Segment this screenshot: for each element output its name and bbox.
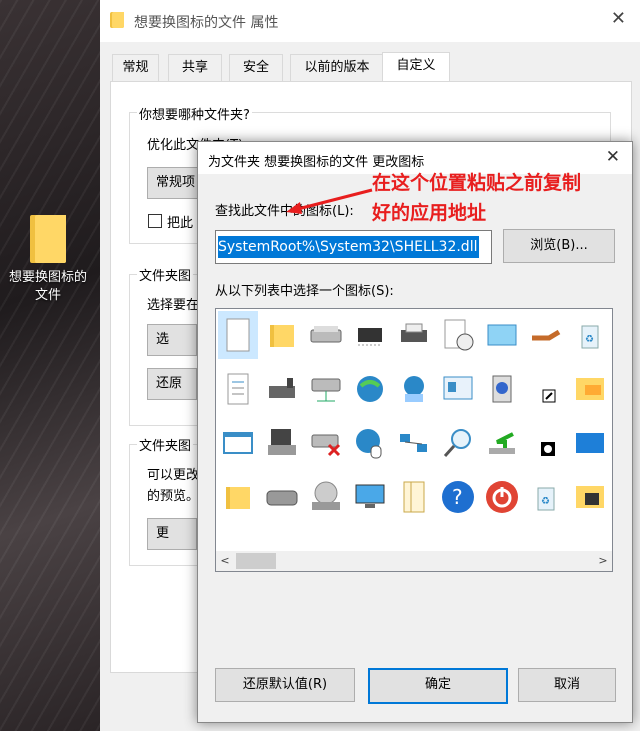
restore-default-values-button[interactable]: 还原默认值(R)	[215, 668, 355, 702]
svg-text:?: ?	[452, 485, 463, 509]
drive-icon[interactable]	[306, 311, 346, 359]
list-label: 从以下列表中选择一个图标(S):	[215, 284, 394, 299]
close-icon[interactable]: ✕	[606, 147, 620, 167]
change-text-2: 的预览。	[147, 489, 200, 504]
path-value: SystemRoot%\System32\SHELL32.dll	[218, 236, 480, 258]
group-title: 文件夹图	[137, 435, 194, 454]
annotation-line-2: 好的应用地址	[372, 202, 487, 224]
change-icon-button[interactable]: 更	[147, 518, 197, 550]
annotation-arrow	[286, 188, 373, 214]
window-icon[interactable]	[482, 311, 522, 359]
globe-cursor-icon[interactable]	[350, 419, 390, 467]
network-printer-icon[interactable]	[262, 365, 302, 413]
tab-security[interactable]: 安全	[229, 54, 283, 81]
globe-icon[interactable]	[350, 365, 390, 413]
download-icon[interactable]	[482, 419, 522, 467]
network-drive-icon[interactable]	[306, 365, 346, 413]
desktop-folder-shortcut[interactable]: 想要换图标的 文件	[0, 215, 96, 305]
folder-icon-2[interactable]	[218, 473, 258, 521]
recycle-bin-icon[interactable]: ♻	[526, 473, 566, 521]
group-title: 文件夹图	[137, 265, 194, 284]
clock-document-icon[interactable]	[438, 311, 478, 359]
desktop-wallpaper	[0, 0, 100, 731]
power-icon[interactable]	[482, 473, 522, 521]
scroll-right-icon[interactable]: >	[594, 551, 612, 571]
apply-check-label: 把此	[167, 216, 194, 231]
annotation-line-1: 在这个位置粘贴之前复制	[372, 172, 582, 194]
shortcut-arrow-icon[interactable]	[526, 365, 566, 413]
horizontal-scrollbar[interactable]: < >	[216, 551, 612, 571]
cd-icon[interactable]	[482, 365, 522, 413]
network-folder-icon[interactable]	[570, 365, 610, 413]
recycle-bin-full-icon[interactable]: ♻	[570, 311, 610, 359]
choose-file-button[interactable]: 选	[147, 324, 197, 356]
folder-icon[interactable]	[262, 311, 302, 359]
scroll-left-icon[interactable]: <	[216, 551, 234, 571]
help-icon[interactable]: ?	[438, 473, 478, 521]
change-text-1: 可以更改	[147, 468, 200, 483]
properties-titlebar: 想要换图标的文件 属性 ✕	[100, 0, 640, 42]
app-window-icon[interactable]	[218, 419, 258, 467]
annotation-text: 在这个位置粘贴之前复制 好的应用地址	[372, 168, 581, 228]
folder-icon	[30, 215, 66, 263]
clock-icon[interactable]	[526, 419, 566, 467]
browse-button[interactable]: 浏览(B)...	[503, 229, 615, 263]
tab-general[interactable]: 常规	[112, 54, 159, 81]
window-title: 想要换图标的文件 属性	[134, 15, 279, 31]
choose-text: 选择要在	[147, 298, 200, 313]
network-icon[interactable]	[394, 419, 434, 467]
disconnected-drive-icon[interactable]	[306, 419, 346, 467]
icon-list[interactable]: ♻? ♻ < >	[215, 308, 613, 572]
tab-customize[interactable]: 自定义	[382, 52, 450, 83]
document-icon[interactable]	[394, 473, 434, 521]
close-icon[interactable]: ✕	[611, 8, 626, 29]
network-folder-icon-2[interactable]	[570, 473, 610, 521]
tab-sharing[interactable]: 共享	[168, 54, 222, 81]
tab-previous-versions[interactable]: 以前的版本	[290, 54, 384, 81]
ok-button[interactable]: 确定	[368, 668, 508, 704]
blank-document-icon[interactable]	[218, 311, 258, 359]
svg-text:♻: ♻	[541, 496, 550, 507]
change-icon-dialog: 为文件夹 想要换图标的文件 更改图标 ✕ 查找此文件中的图标(L): Syste…	[197, 141, 633, 723]
blue-window-icon[interactable]	[570, 419, 610, 467]
cd-drive-icon[interactable]	[306, 473, 346, 521]
presentation-icon[interactable]	[438, 365, 478, 413]
printer-icon[interactable]	[394, 311, 434, 359]
hand-icon[interactable]	[526, 311, 566, 359]
restore-default-button[interactable]: 还原	[147, 368, 197, 400]
hard-drive-icon[interactable]	[262, 473, 302, 521]
cancel-button[interactable]: 取消	[518, 668, 616, 702]
floppy-icon[interactable]	[262, 419, 302, 467]
icon-path-input[interactable]: SystemRoot%\System32\SHELL32.dll	[215, 230, 492, 264]
desktop-icon-label: 想要换图标的 文件	[8, 270, 87, 303]
scroll-thumb[interactable]	[236, 553, 276, 569]
magnifier-icon[interactable]	[438, 419, 478, 467]
svg-text:♻: ♻	[585, 334, 594, 345]
globe-network-icon[interactable]	[394, 365, 434, 413]
folder-icon	[110, 12, 124, 28]
monitor-icon[interactable]	[350, 473, 390, 521]
apply-subfolders-checkbox[interactable]	[148, 214, 162, 228]
text-document-icon[interactable]	[218, 365, 258, 413]
group-title: 你想要哪种文件夹?	[137, 104, 252, 123]
chip-icon[interactable]	[350, 311, 390, 359]
